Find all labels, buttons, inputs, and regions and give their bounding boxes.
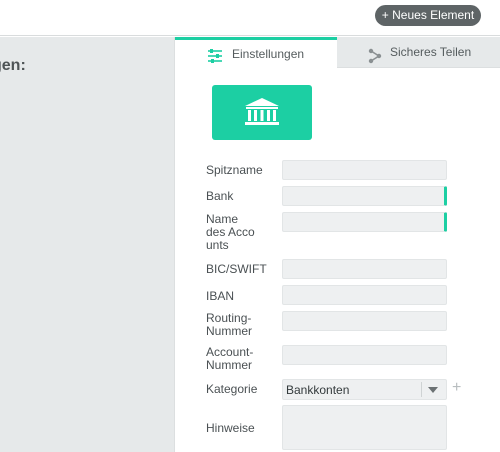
nickname-field[interactable] xyxy=(282,160,447,180)
add-category-button[interactable]: + xyxy=(452,378,461,398)
bic-label: BIC/SWIFT xyxy=(206,262,267,276)
select-divider xyxy=(421,382,422,397)
account-name-label: Name des Acco unts xyxy=(206,212,255,252)
nickname-label: Spitzname xyxy=(206,163,263,177)
routing-number-field[interactable] xyxy=(282,311,447,331)
bank-icon xyxy=(245,98,279,125)
left-panel: gen: xyxy=(0,37,175,452)
top-bar: + Neues Element xyxy=(0,0,500,36)
notes-field[interactable] xyxy=(282,405,447,450)
new-element-button[interactable]: + Neues Element xyxy=(375,5,481,26)
account-number-label: Account- Nummer xyxy=(206,345,254,372)
routing-number-label: Routing- Nummer xyxy=(206,311,253,338)
account-name-field[interactable] xyxy=(282,212,447,232)
tab-settings-label: Einstellungen xyxy=(232,47,305,61)
iban-label: IBAN xyxy=(206,289,235,303)
tab-bar: Einstellungen Sicheres Teilen xyxy=(175,37,500,68)
category-label: Kategorie xyxy=(206,382,258,396)
bank-field[interactable] xyxy=(282,186,447,206)
tab-secure-sharing[interactable]: Sicheres Teilen xyxy=(337,37,500,68)
notes-label: Hinweise xyxy=(206,421,255,435)
tab-secure-sharing-label: Sicheres Teilen xyxy=(390,45,472,59)
iban-field[interactable] xyxy=(282,285,447,305)
left-panel-heading: gen: xyxy=(0,57,26,74)
category-value: Bankkonten xyxy=(286,383,350,397)
tab-settings[interactable]: Einstellungen xyxy=(175,37,337,68)
sliders-icon xyxy=(207,46,223,63)
bic-field[interactable] xyxy=(282,259,447,279)
chevron-down-icon[interactable] xyxy=(428,387,438,393)
bank-label: Bank xyxy=(206,189,234,203)
item-type-tile[interactable] xyxy=(212,85,312,140)
share-icon xyxy=(367,45,383,64)
account-number-field[interactable] xyxy=(282,345,447,365)
category-select[interactable]: Bankkonten xyxy=(282,379,447,400)
